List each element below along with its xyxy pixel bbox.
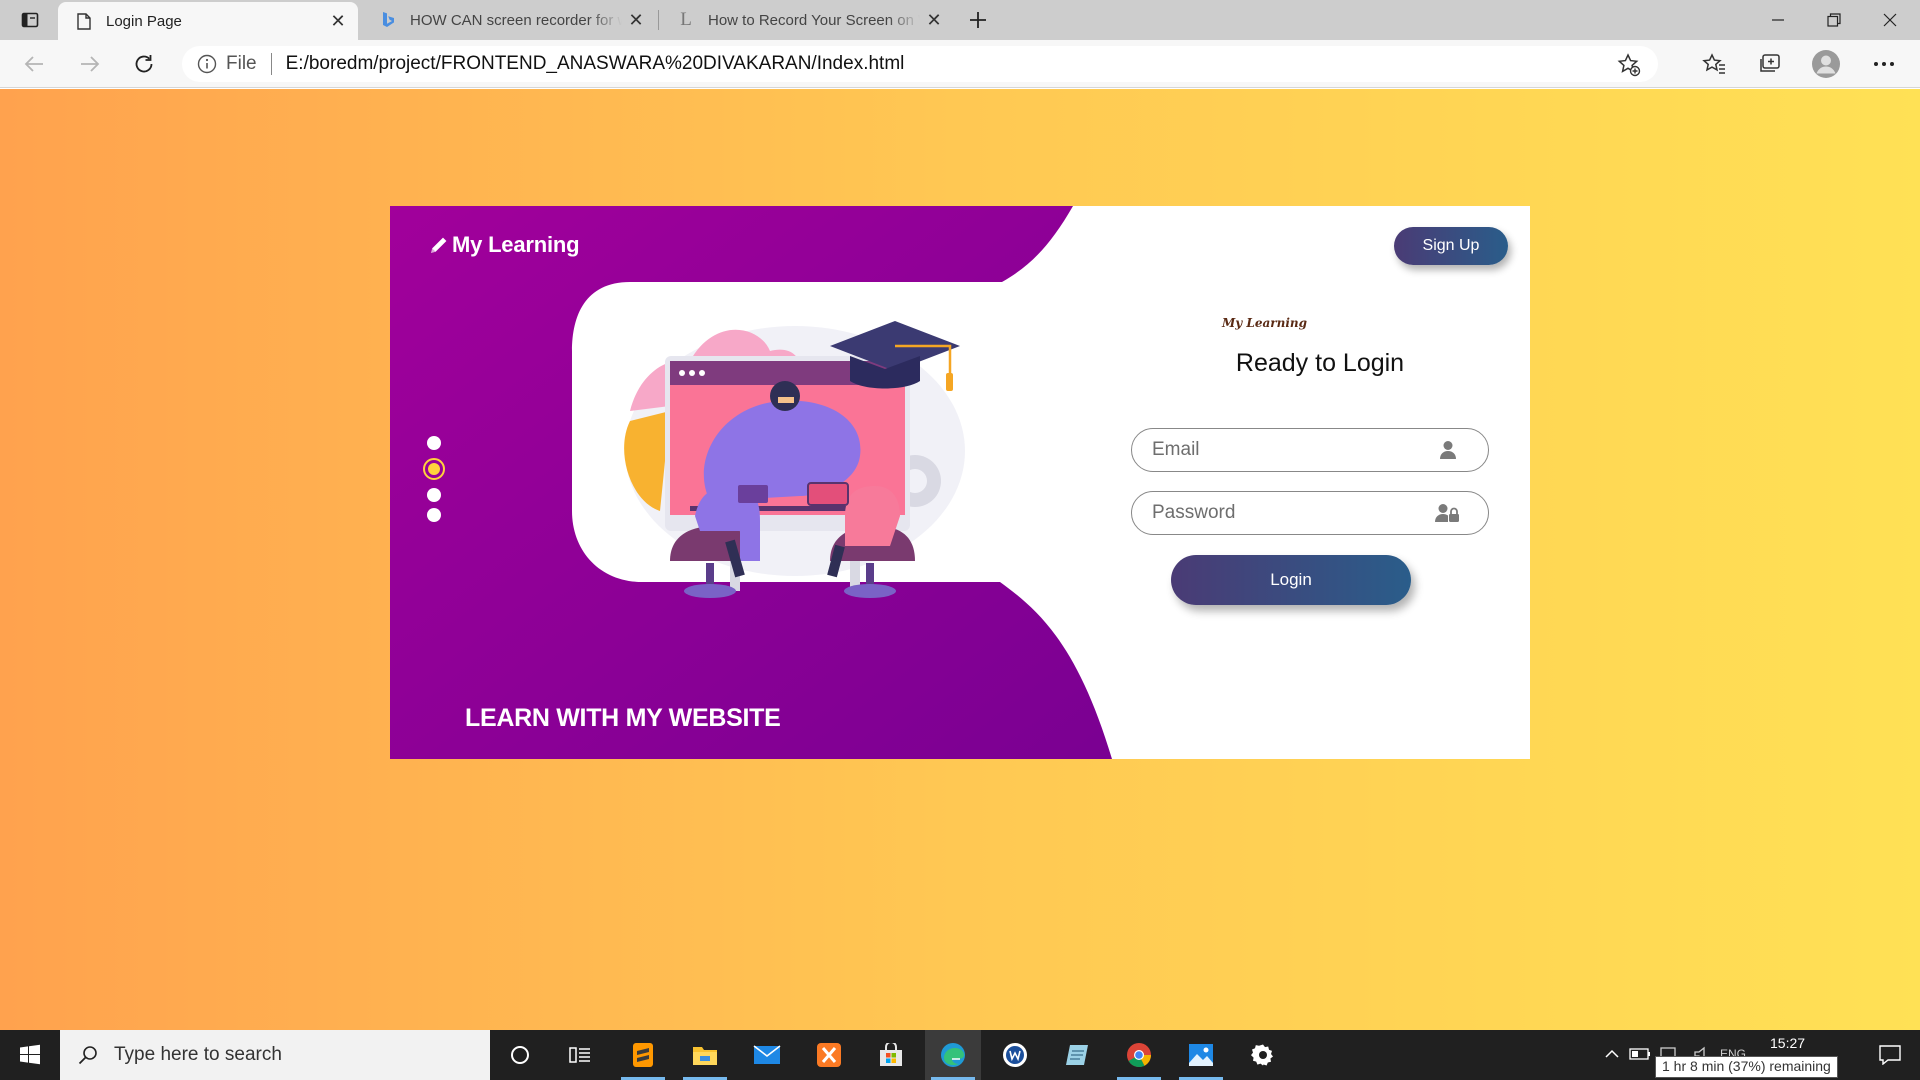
windows-taskbar: Type here to search ENG 15:27 1 hr 8 min… bbox=[0, 1030, 1920, 1080]
start-button[interactable] bbox=[0, 1030, 60, 1080]
page-viewport: My Learning LEARN WITH MY WEBSITE Sign U… bbox=[0, 89, 1920, 1030]
edge-browser-icon[interactable] bbox=[925, 1030, 981, 1080]
mail-icon[interactable] bbox=[739, 1030, 795, 1080]
tab-login-page[interactable]: Login Page ✕ bbox=[58, 2, 358, 40]
xampp-icon[interactable] bbox=[801, 1030, 857, 1080]
new-tab-button[interactable] bbox=[962, 4, 994, 36]
page-icon bbox=[74, 11, 94, 31]
search-icon bbox=[76, 1043, 100, 1067]
email-field[interactable]: Email bbox=[1131, 428, 1489, 472]
user-lock-icon bbox=[1434, 499, 1462, 527]
clock-time[interactable]: 15:27 bbox=[1770, 1035, 1805, 1051]
settings-more-icon[interactable] bbox=[1866, 48, 1902, 80]
show-hidden-icons-chevron-icon[interactable] bbox=[1600, 1042, 1624, 1066]
forward-button[interactable] bbox=[72, 48, 108, 80]
profile-avatar-icon[interactable] bbox=[1808, 48, 1844, 80]
browser-tab-strip: Login Page ✕ HOW CAN screen recorder for… bbox=[0, 0, 1920, 40]
slider-dot[interactable] bbox=[427, 436, 441, 450]
collections-icon[interactable] bbox=[1752, 48, 1788, 80]
brand-name: My Learning bbox=[452, 232, 580, 257]
site-l-icon: L bbox=[680, 9, 692, 30]
close-window-button[interactable] bbox=[1862, 0, 1918, 40]
slider-dots bbox=[414, 436, 454, 546]
back-button[interactable] bbox=[16, 48, 52, 80]
close-tab-icon[interactable]: ✕ bbox=[920, 6, 948, 34]
password-placeholder: Password bbox=[1152, 502, 1236, 523]
tab-separator bbox=[658, 10, 659, 30]
tab-actions-icon[interactable] bbox=[12, 8, 48, 32]
url-text[interactable]: E:/boredm/project/FRONTEND_ANASWARA%20DI… bbox=[286, 53, 905, 75]
slider-dot-active[interactable] bbox=[423, 458, 445, 480]
close-tab-icon[interactable]: ✕ bbox=[324, 7, 352, 35]
slider-dot[interactable] bbox=[427, 508, 441, 522]
login-card: My Learning LEARN WITH MY WEBSITE Sign U… bbox=[390, 206, 1530, 759]
task-view-icon[interactable] bbox=[552, 1030, 608, 1080]
sign-up-button[interactable]: Sign Up bbox=[1394, 227, 1508, 265]
tab-title: HOW CAN screen recorder for w bbox=[410, 11, 622, 29]
favorites-icon[interactable] bbox=[1696, 48, 1732, 80]
form-title: Ready to Login bbox=[1235, 349, 1405, 377]
refresh-button[interactable] bbox=[126, 48, 162, 80]
tab-title: How to Record Your Screen on W bbox=[708, 11, 920, 29]
taskbar-search-box[interactable]: Type here to search bbox=[60, 1030, 490, 1080]
battery-icon[interactable] bbox=[1628, 1042, 1652, 1066]
word-app-icon[interactable] bbox=[987, 1030, 1043, 1080]
restore-button[interactable] bbox=[1806, 0, 1862, 40]
tagline: LEARN WITH MY WEBSITE bbox=[465, 704, 781, 732]
chrome-icon[interactable] bbox=[1111, 1030, 1167, 1080]
email-placeholder: Email bbox=[1152, 439, 1200, 460]
info-icon[interactable] bbox=[196, 53, 218, 75]
file-explorer-icon[interactable] bbox=[677, 1030, 733, 1080]
url-scheme-label: File bbox=[226, 53, 257, 74]
battery-tooltip: 1 hr 8 min (37%) remaining bbox=[1655, 1056, 1838, 1078]
tab-title: Login Page bbox=[106, 12, 182, 30]
microsoft-store-icon[interactable] bbox=[863, 1030, 919, 1080]
search-placeholder: Type here to search bbox=[114, 1044, 282, 1065]
photos-app-icon[interactable] bbox=[1173, 1030, 1229, 1080]
pencil-icon bbox=[428, 234, 450, 256]
bing-icon bbox=[378, 10, 398, 30]
url-field[interactable]: File E:/boredm/project/FRONTEND_ANASWARA… bbox=[182, 46, 1658, 82]
login-button[interactable]: Login bbox=[1171, 555, 1411, 605]
add-favorite-icon[interactable] bbox=[1616, 52, 1642, 78]
password-field[interactable]: Password bbox=[1131, 491, 1489, 535]
mini-logo: My Learning bbox=[1222, 316, 1308, 330]
notes-app-icon[interactable] bbox=[1049, 1030, 1105, 1080]
cortana-icon[interactable] bbox=[492, 1030, 548, 1080]
settings-gear-icon[interactable] bbox=[1235, 1030, 1291, 1080]
elearning-illustration bbox=[624, 321, 965, 598]
notifications-icon[interactable] bbox=[1862, 1030, 1918, 1080]
tab-screen-recorder[interactable]: HOW CAN screen recorder for w ✕ bbox=[362, 0, 656, 40]
user-icon bbox=[1434, 436, 1462, 464]
minimize-button[interactable] bbox=[1750, 0, 1806, 40]
address-toolbar: File E:/boredm/project/FRONTEND_ANASWARA… bbox=[0, 40, 1920, 88]
brand-logo[interactable]: My Learning bbox=[428, 230, 580, 260]
tab-how-to-record[interactable]: L How to Record Your Screen on W ✕ bbox=[660, 0, 954, 40]
sublime-text-icon[interactable] bbox=[615, 1030, 671, 1080]
close-tab-icon[interactable]: ✕ bbox=[622, 6, 650, 34]
url-divider bbox=[270, 53, 272, 75]
slider-dot[interactable] bbox=[427, 488, 441, 502]
